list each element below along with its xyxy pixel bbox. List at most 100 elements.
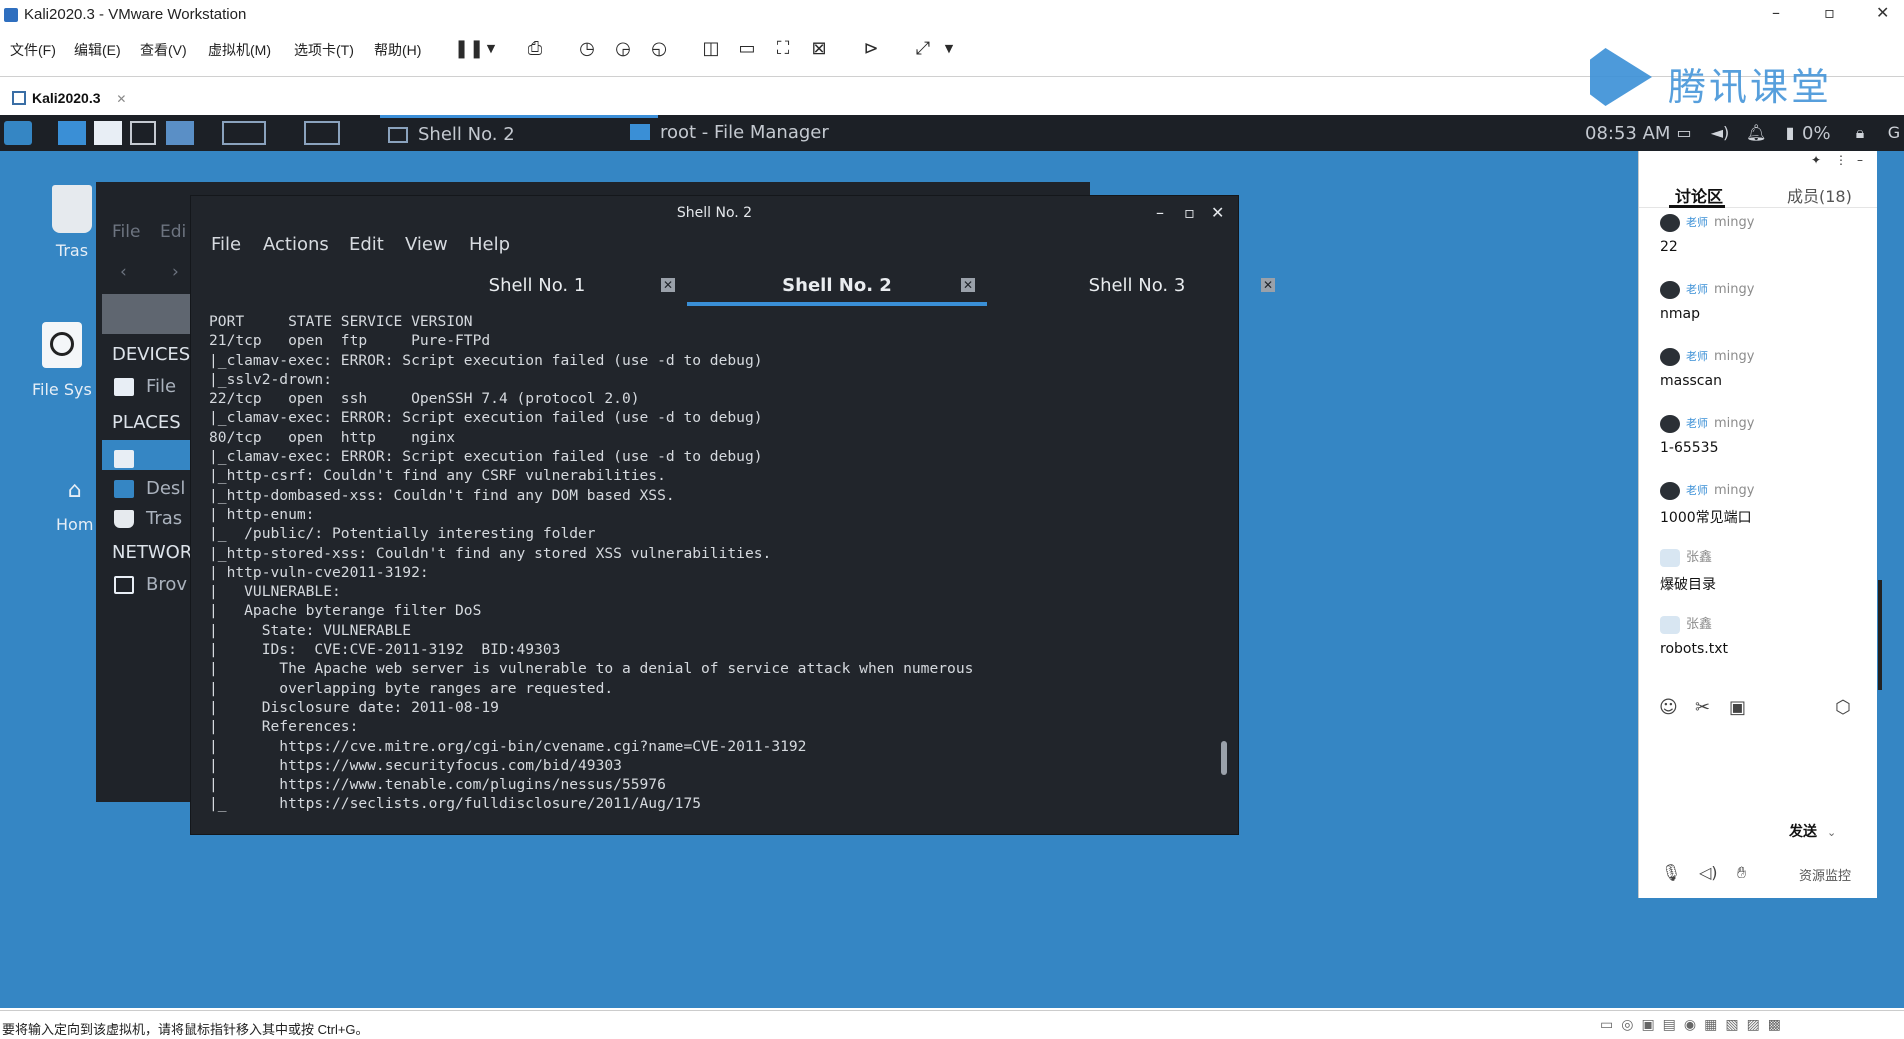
fm-back-icon[interactable]: ‹: [120, 262, 127, 282]
battery-icon[interactable]: ▮: [1780, 123, 1800, 143]
close-tab-icon[interactable]: ✕: [661, 278, 675, 292]
snapshot-manager-icon[interactable]: ◵: [648, 38, 670, 60]
terminal-maximize-icon[interactable]: ▫: [1184, 196, 1195, 230]
unity-icon[interactable]: ⊠: [808, 38, 830, 60]
chat-message: 老师 mingy 22: [1660, 213, 1860, 255]
terminal-scrollbar[interactable]: [1221, 741, 1227, 775]
snapshot-icon[interactable]: ◷: [576, 38, 598, 60]
microphone-icon[interactable]: 🎙︎: [1661, 863, 1681, 882]
image-icon[interactable]: ▣: [1729, 697, 1746, 718]
revert-snapshot-icon[interactable]: ◶: [612, 38, 634, 60]
menu-vm[interactable]: 虚拟机(M): [208, 40, 271, 60]
chat-bottom-bar: 🎙︎ ◁) ✋︎ 资源监控: [1639, 863, 1877, 891]
trash-icon: [52, 185, 92, 233]
dropdown-icon[interactable]: ▼: [480, 38, 502, 60]
close-icon[interactable]: ✕: [1876, 3, 1889, 22]
tab-members[interactable]: 成员(18): [1787, 183, 1852, 207]
browser-icon[interactable]: [166, 121, 194, 145]
maximize-icon[interactable]: ▫: [1824, 3, 1835, 22]
menu-file[interactable]: 文件(F): [10, 40, 56, 60]
vmware-statusbar: 要将输入定向到该虚拟机，请将鼠标指针移入其中或按 Ctrl+G。 ▭◎▣▤◉▦▧…: [0, 1010, 1904, 1039]
scissors-icon[interactable]: ✂: [1695, 697, 1710, 718]
kali-menu-icon[interactable]: [4, 121, 32, 145]
lock-icon[interactable]: 🔒︎: [1850, 123, 1870, 143]
terminal-menu-file[interactable]: File: [211, 234, 241, 255]
terminal-menu-actions[interactable]: Actions: [263, 234, 329, 255]
thumbnail-view-icon[interactable]: ▭: [736, 38, 758, 60]
send-keys-icon[interactable]: ⎙: [524, 38, 546, 60]
power-icon[interactable]: G: [1884, 123, 1904, 143]
fm-menu-file[interactable]: File: [112, 222, 140, 242]
menu-edit[interactable]: 编辑(E): [74, 40, 121, 60]
message-text: 1-65535: [1660, 440, 1719, 456]
close-tab-icon[interactable]: ✕: [961, 278, 975, 292]
volume-icon[interactable]: ◄): [1710, 123, 1730, 143]
fullscreen-icon[interactable]: ⛶: [772, 38, 794, 60]
tab-discussion[interactable]: 讨论区: [1675, 183, 1723, 207]
terminal-titlebar[interactable]: Shell No. 2 – ▫ ✕: [191, 196, 1238, 230]
more-icon[interactable]: ⋮: [1835, 153, 1847, 167]
panel-clock[interactable]: 08:53 AM: [1585, 123, 1670, 144]
tab-shell-no-1[interactable]: Shell No. 1 ✕: [387, 268, 687, 306]
terminal-window-icon: [388, 127, 408, 143]
vm-tab[interactable]: Kali2020.3 ✕: [6, 85, 136, 111]
terminal-menu-view[interactable]: View: [405, 234, 448, 255]
hand-icon[interactable]: ✋︎: [1737, 863, 1746, 883]
chat-scrollbar[interactable]: [1878, 580, 1882, 690]
desktop-trash[interactable]: Tras: [52, 185, 92, 260]
desktop-filesystem[interactable]: File Sys: [32, 322, 92, 399]
battery-level: 0%: [1802, 123, 1831, 144]
message-role: 老师: [1686, 350, 1708, 363]
stretch-icon[interactable]: ⤢: [912, 38, 934, 60]
fm-item-browse-network[interactable]: Brov: [112, 574, 187, 595]
file-manager-icon[interactable]: [94, 121, 122, 145]
settings-icon[interactable]: ⬡: [1835, 697, 1851, 718]
display-icon[interactable]: ▭: [1674, 123, 1694, 143]
terminal-menu-edit[interactable]: Edit: [349, 234, 384, 255]
resource-monitor-label[interactable]: 资源监控: [1799, 865, 1851, 884]
collapse-icon[interactable]: –: [1857, 153, 1863, 167]
send-button[interactable]: 发送 ⌄: [1789, 821, 1836, 841]
fm-item-filesystem[interactable]: File: [112, 376, 176, 397]
pin-icon[interactable]: ✦: [1811, 153, 1821, 167]
pause-icon[interactable]: ❚❚: [454, 38, 484, 60]
speaker-icon[interactable]: ◁): [1699, 863, 1718, 882]
chat-toolbar: ☺ ✂ ▣ ⬡: [1639, 697, 1877, 727]
sidebar-view-icon[interactable]: ◫: [700, 38, 722, 60]
message-role: 老师: [1686, 417, 1708, 430]
workspace-1-icon[interactable]: [222, 121, 266, 145]
minimize-icon[interactable]: –: [1772, 3, 1780, 22]
device-status-icons[interactable]: ▭◎▣▤◉▦▧▨▩: [1600, 1017, 1789, 1033]
task-shell-no-2[interactable]: Shell No. 2: [380, 115, 658, 151]
vmware-titlebar: Kali2020.3 - VMware Workstation – ▫ ✕: [0, 0, 1904, 31]
message-role: 老师: [1686, 216, 1708, 229]
console-icon[interactable]: ⊳: [860, 38, 882, 60]
task-file-manager[interactable]: root - File Manager: [622, 115, 960, 151]
terminal-close-icon[interactable]: ✕: [1211, 196, 1224, 230]
tab-shell-no-2[interactable]: Shell No. 2 ✕: [687, 268, 987, 306]
terminal-minimize-icon[interactable]: –: [1156, 196, 1164, 230]
fm-item-desktop[interactable]: Desl: [112, 478, 185, 499]
notification-bell-icon[interactable]: 🔔︎: [1746, 123, 1766, 143]
menu-view[interactable]: 查看(V): [140, 40, 187, 60]
emoji-icon[interactable]: ☺: [1659, 697, 1678, 718]
fm-section-devices: DEVICES: [112, 344, 191, 365]
terminal-menu-help[interactable]: Help: [469, 234, 510, 255]
close-tab-icon[interactable]: ✕: [116, 92, 126, 106]
desktop-folder-icon: [114, 480, 134, 498]
menu-tabs[interactable]: 选项卡(T): [294, 40, 354, 60]
close-tab-icon[interactable]: ✕: [1261, 278, 1275, 292]
stretch-dropdown-icon[interactable]: ▼: [938, 38, 960, 60]
message-user: mingy: [1714, 349, 1755, 364]
terminal-output[interactable]: PORT STATE SERVICE VERSION 21/tcp open f…: [209, 312, 1199, 822]
menu-help[interactable]: 帮助(H): [374, 40, 421, 60]
fm-menu-edit[interactable]: Edi: [160, 222, 186, 242]
fm-forward-icon[interactable]: ›: [172, 262, 179, 282]
fm-item-trash[interactable]: Tras: [112, 508, 182, 529]
tab-shell-no-3[interactable]: Shell No. 3 ✕: [987, 268, 1287, 306]
chevron-down-icon[interactable]: ⌄: [1827, 826, 1836, 839]
workspace-2-icon[interactable]: [304, 121, 340, 145]
show-desktop-icon[interactable]: [58, 121, 86, 145]
desktop-home[interactable]: ⌂ Hom: [56, 478, 93, 534]
terminal-icon[interactable]: [130, 121, 156, 145]
